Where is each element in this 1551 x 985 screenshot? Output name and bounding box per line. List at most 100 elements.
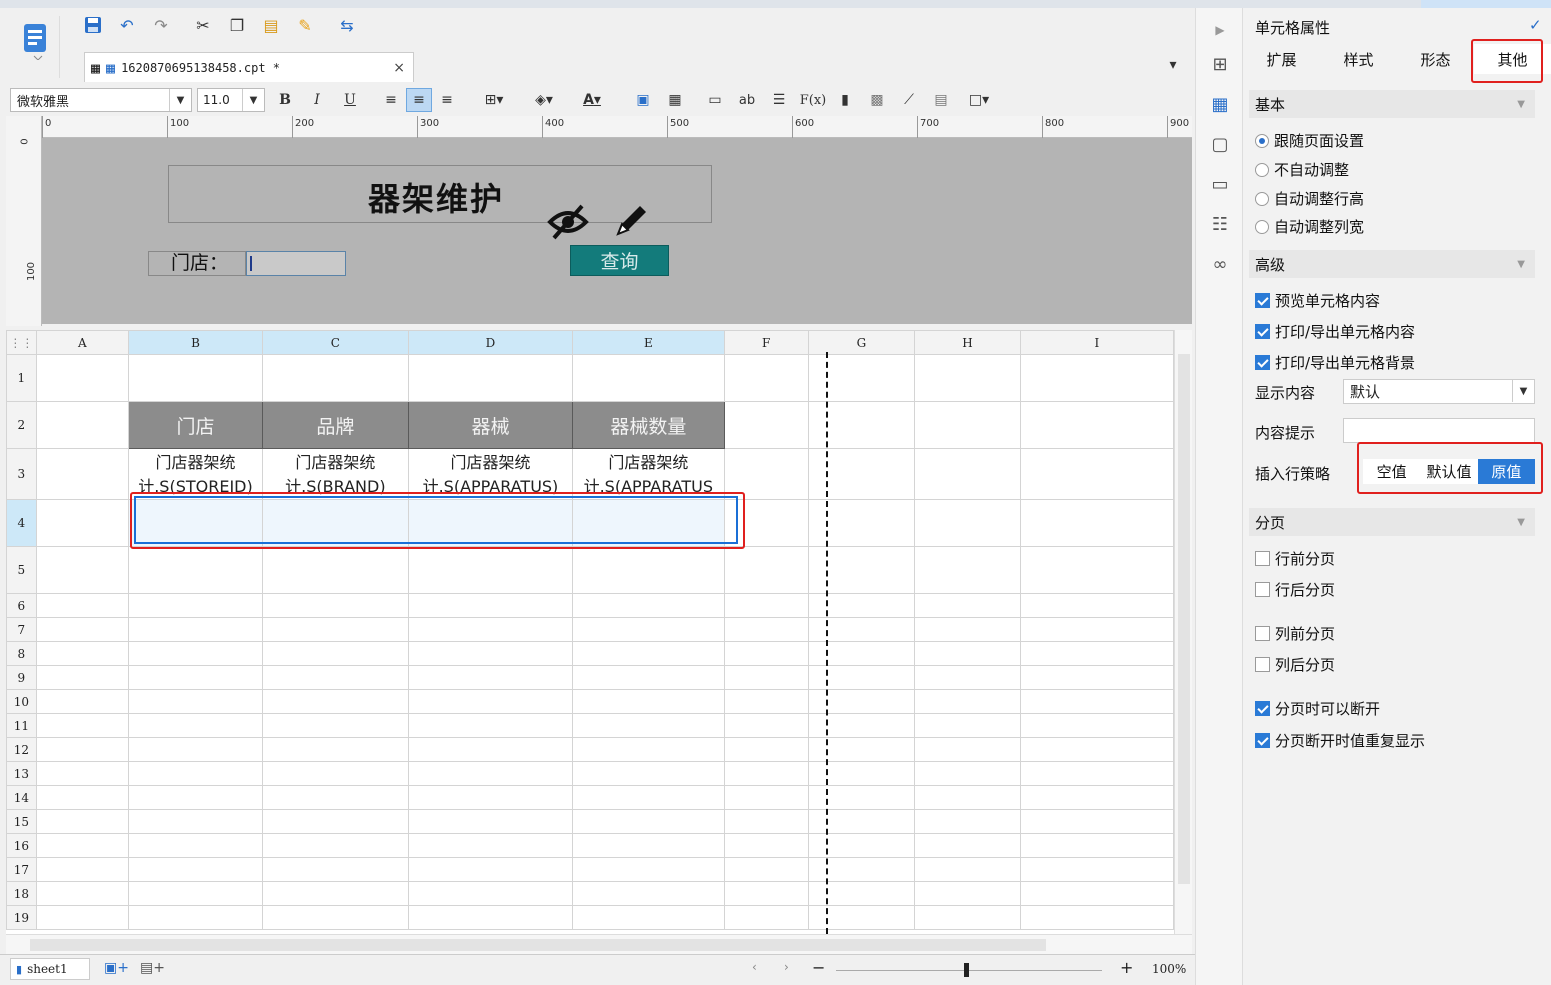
cell[interactable]	[572, 881, 725, 906]
row-header[interactable]: 15	[6, 809, 37, 834]
cell[interactable]	[914, 617, 1021, 642]
app-logo-icon[interactable]	[16, 16, 60, 78]
cell[interactable]	[1019, 785, 1174, 810]
cell[interactable]	[723, 401, 809, 449]
row-header[interactable]: 17	[6, 857, 37, 882]
swap-icon[interactable]: ⇆	[334, 12, 360, 38]
cell[interactable]	[914, 857, 1021, 882]
row-header[interactable]: 8	[6, 641, 37, 666]
cell[interactable]	[1019, 499, 1174, 547]
tab-style[interactable]: 样式	[1320, 44, 1397, 74]
cell-icon[interactable]: ▣	[630, 88, 656, 112]
cell[interactable]	[261, 593, 409, 618]
cell[interactable]	[128, 881, 263, 906]
close-tab-icon[interactable]: ×	[393, 60, 405, 76]
sheet-tab[interactable]: ▮ sheet1	[10, 958, 90, 980]
cell[interactable]	[407, 857, 574, 882]
cell[interactable]	[572, 905, 725, 930]
cell[interactable]	[1019, 617, 1174, 642]
cell[interactable]	[35, 833, 130, 858]
cell[interactable]	[1019, 665, 1174, 690]
merge-icon[interactable]: ▭	[702, 88, 728, 112]
cell[interactable]	[723, 593, 809, 618]
bold-button[interactable]: B	[272, 88, 298, 112]
cell[interactable]	[261, 905, 409, 930]
cell[interactable]	[1019, 737, 1174, 762]
tab-expand[interactable]: 扩展	[1243, 44, 1320, 74]
cell[interactable]	[807, 546, 916, 594]
check-print-background[interactable]: 打印/导出单元格背景	[1255, 352, 1415, 373]
cell[interactable]	[572, 665, 725, 690]
cell[interactable]	[261, 354, 409, 402]
row-header[interactable]: 1	[6, 354, 37, 402]
column-header-h[interactable]: H	[914, 330, 1021, 355]
cell[interactable]	[35, 499, 130, 547]
spreadsheet-grid[interactable]: ⋮⋮ A B C D E F G H I 1 2 门店 品牌 器械 器械数量 3…	[6, 330, 1174, 934]
cell[interactable]	[1019, 761, 1174, 786]
column-header-a[interactable]: A	[35, 330, 130, 355]
cell[interactable]	[572, 546, 725, 594]
cell[interactable]	[407, 785, 574, 810]
check-break-before-row[interactable]: 行前分页	[1255, 548, 1335, 569]
cell[interactable]	[572, 809, 725, 834]
text-cell-icon[interactable]: ab	[734, 88, 760, 112]
cell[interactable]	[807, 665, 916, 690]
cell[interactable]	[35, 761, 130, 786]
cell[interactable]	[128, 546, 263, 594]
cell[interactable]	[807, 617, 916, 642]
check-break-before-col[interactable]: 列前分页	[1255, 623, 1335, 644]
row-header[interactable]: 10	[6, 689, 37, 714]
cell[interactable]	[35, 546, 130, 594]
store-input[interactable]	[246, 251, 346, 276]
cell[interactable]	[261, 857, 409, 882]
cell[interactable]	[807, 641, 916, 666]
widget-settings-icon[interactable]: ⊞	[1206, 50, 1234, 78]
row-header[interactable]: 3	[6, 448, 37, 500]
row-header[interactable]: 6	[6, 593, 37, 618]
cell[interactable]	[807, 833, 916, 858]
cell[interactable]	[35, 593, 130, 618]
collapse-arrow-icon[interactable]: ▶	[1206, 16, 1234, 44]
cell[interactable]	[261, 546, 409, 594]
row-header[interactable]: 11	[6, 713, 37, 738]
check-break-after-col[interactable]: 列后分页	[1255, 654, 1335, 675]
cell[interactable]	[128, 785, 263, 810]
header-cell-store[interactable]: 门店	[128, 401, 263, 449]
italic-button[interactable]: I	[304, 88, 330, 112]
cell[interactable]	[407, 833, 574, 858]
chart-icon[interactable]: ▮	[832, 88, 858, 112]
cell[interactable]	[723, 354, 809, 402]
header-cell-apparatus[interactable]: 器械	[407, 401, 574, 449]
cell[interactable]	[407, 809, 574, 834]
row-header[interactable]: 2	[6, 401, 37, 449]
column-header-i[interactable]: I	[1019, 330, 1174, 355]
cell[interactable]	[807, 737, 916, 762]
check-can-split[interactable]: 分页时可以断开	[1255, 698, 1380, 719]
align-right-icon[interactable]: ≡	[434, 88, 460, 112]
radio-follow-page[interactable]: 跟随页面设置	[1255, 130, 1364, 151]
cell[interactable]	[914, 713, 1021, 738]
pin-icon[interactable]: ✓	[1529, 16, 1542, 34]
cell-element-icon[interactable]: ▢	[1206, 130, 1234, 158]
row-header[interactable]: 13	[6, 761, 37, 786]
cell[interactable]	[261, 737, 409, 762]
cell[interactable]	[1019, 809, 1174, 834]
cell[interactable]	[128, 833, 263, 858]
cell[interactable]	[807, 881, 916, 906]
cell[interactable]	[35, 617, 130, 642]
cell[interactable]	[723, 785, 809, 810]
cell[interactable]	[723, 641, 809, 666]
cell[interactable]	[128, 689, 263, 714]
header-cell-brand[interactable]: 品牌	[261, 401, 409, 449]
check-preview-content[interactable]: 预览单元格内容	[1255, 290, 1380, 311]
cell[interactable]	[1019, 833, 1174, 858]
file-tab[interactable]: ▦ ▦ 1620870695138458.cpt * ×	[84, 52, 414, 82]
cell[interactable]	[1019, 546, 1174, 594]
cell[interactable]	[723, 689, 809, 714]
cell[interactable]	[723, 905, 809, 930]
column-header-g[interactable]: G	[807, 330, 916, 355]
cell[interactable]	[1019, 641, 1174, 666]
cell[interactable]	[1019, 401, 1174, 449]
row-header[interactable]: 12	[6, 737, 37, 762]
zoom-out-button[interactable]: −	[812, 958, 825, 977]
